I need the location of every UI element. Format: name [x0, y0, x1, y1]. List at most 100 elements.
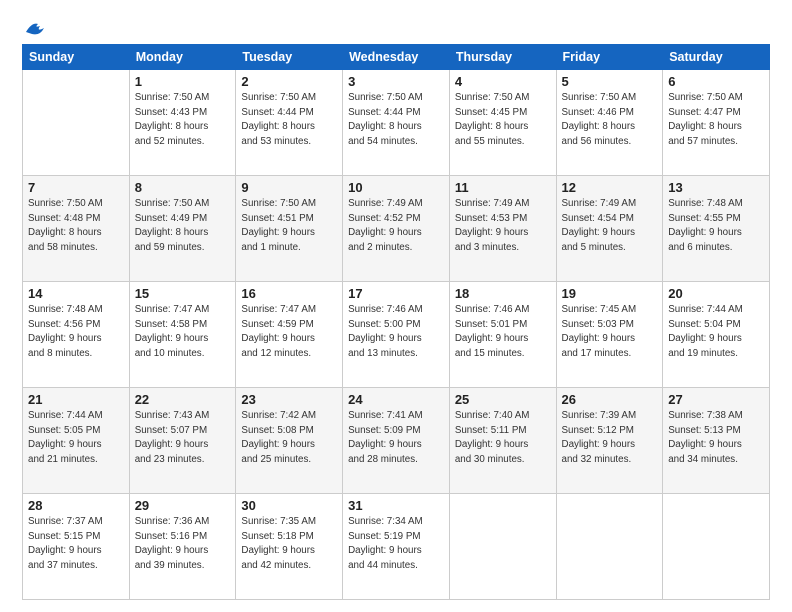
calendar-day-cell: 13Sunrise: 7:48 AMSunset: 4:55 PMDayligh… — [663, 176, 770, 282]
sunrise-text: Sunrise: 7:48 AM — [28, 303, 124, 318]
daylight-text-line1: Daylight: 9 hours — [455, 226, 551, 241]
daylight-text-line1: Daylight: 8 hours — [135, 226, 231, 241]
daylight-text-line2: and 42 minutes. — [241, 559, 337, 574]
calendar-day-cell: 28 Sunrise: 7:37 AMSunset: 5:15 PMDayligh… — [23, 494, 130, 600]
day-info: Sunrise: 7:42 AMSunset: 5:08 PMDaylight:… — [241, 409, 337, 468]
daylight-text-line1: Daylight: 9 hours — [562, 438, 658, 453]
sunrise-text: Sunrise: 7:50 AM — [562, 91, 658, 106]
daylight-text-line2: and 23 minutes. — [135, 453, 231, 468]
sunrise-text: Sunrise: 7:46 AM — [348, 303, 444, 318]
sunset-text: Sunset: 4:44 PM — [348, 106, 444, 121]
sunrise-text: Sunrise: 7:50 AM — [135, 197, 231, 212]
calendar-day-cell: 17Sunrise: 7:46 AMSunset: 5:00 PMDayligh… — [343, 282, 450, 388]
daylight-text-line2: and 17 minutes. — [562, 347, 658, 362]
calendar-weekday-header: Friday — [556, 45, 663, 70]
day-info: Sunrise: 7:49 AMSunset: 4:53 PMDaylight:… — [455, 197, 551, 256]
day-info: Sunrise: 7:50 AMSunset: 4:45 PMDaylight:… — [455, 91, 551, 150]
calendar-weekday-header: Sunday — [23, 45, 130, 70]
sunset-text: Sunset: 5:12 PM — [562, 424, 658, 439]
day-info: Sunrise: 7:43 AMSunset: 5:07 PMDaylight:… — [135, 409, 231, 468]
day-number: 7 — [28, 180, 124, 195]
daylight-text-line1: Daylight: 8 hours — [241, 120, 337, 135]
sunrise-text: Sunrise: 7:45 AM — [562, 303, 658, 318]
day-info: Sunrise: 7:49 AMSunset: 4:52 PMDaylight:… — [348, 197, 444, 256]
daylight-text-line2: and 19 minutes. — [668, 347, 764, 362]
day-number: 14 — [28, 286, 124, 301]
day-info: Sunrise: 7:49 AMSunset: 4:54 PMDaylight:… — [562, 197, 658, 256]
daylight-text-line2: and 6 minutes. — [668, 241, 764, 256]
calendar-day-cell: 12 Sunrise: 7:49 AMSunset: 4:54 PMDayligh… — [556, 176, 663, 282]
page: SundayMondayTuesdayWednesdayThursdayFrid… — [0, 0, 792, 612]
daylight-text-line2: and 1 minute. — [241, 241, 337, 256]
daylight-text-line1: Daylight: 9 hours — [28, 332, 124, 347]
sunset-text: Sunset: 5:07 PM — [135, 424, 231, 439]
daylight-text-line1: Daylight: 9 hours — [668, 332, 764, 347]
day-info: Sunrise: 7:37 AMSunset: 5:15 PMDaylight:… — [28, 515, 124, 574]
calendar-day-cell: 18Sunrise: 7:46 AMSunset: 5:01 PMDayligh… — [449, 282, 556, 388]
daylight-text-line2: and 52 minutes. — [135, 135, 231, 150]
sunrise-text: Sunrise: 7:47 AM — [135, 303, 231, 318]
calendar-day-cell: 22Sunrise: 7:43 AMSunset: 5:07 PMDayligh… — [129, 388, 236, 494]
day-info: Sunrise: 7:47 AMSunset: 4:58 PMDaylight:… — [135, 303, 231, 362]
daylight-text-line2: and 8 minutes. — [28, 347, 124, 362]
daylight-text-line1: Daylight: 9 hours — [455, 438, 551, 453]
daylight-text-line2: and 32 minutes. — [562, 453, 658, 468]
day-number: 27 — [668, 392, 764, 407]
sunrise-text: Sunrise: 7:49 AM — [562, 197, 658, 212]
daylight-text-line2: and 54 minutes. — [348, 135, 444, 150]
daylight-text-line2: and 57 minutes. — [668, 135, 764, 150]
calendar-weekday-header: Wednesday — [343, 45, 450, 70]
calendar-day-cell: 1Sunrise: 7:50 AMSunset: 4:43 PMDaylight… — [129, 70, 236, 176]
daylight-text-line1: Daylight: 9 hours — [28, 438, 124, 453]
day-info: Sunrise: 7:48 AMSunset: 4:56 PMDaylight:… — [28, 303, 124, 362]
daylight-text-line1: Daylight: 8 hours — [348, 120, 444, 135]
calendar-day-cell: 4 Sunrise: 7:50 AMSunset: 4:45 PMDaylight… — [449, 70, 556, 176]
sunrise-text: Sunrise: 7:40 AM — [455, 409, 551, 424]
day-info: Sunrise: 7:50 AMSunset: 4:43 PMDaylight:… — [135, 91, 231, 150]
calendar-day-cell — [449, 494, 556, 600]
day-number: 25 — [455, 392, 551, 407]
header — [22, 18, 770, 36]
daylight-text-line2: and 25 minutes. — [241, 453, 337, 468]
daylight-text-line1: Daylight: 9 hours — [348, 544, 444, 559]
calendar-weekday-header: Tuesday — [236, 45, 343, 70]
sunrise-text: Sunrise: 7:49 AM — [455, 197, 551, 212]
day-number: 28 — [28, 498, 124, 513]
sunset-text: Sunset: 5:00 PM — [348, 318, 444, 333]
calendar-day-cell: 6Sunrise: 7:50 AMSunset: 4:47 PMDaylight… — [663, 70, 770, 176]
calendar-day-cell — [23, 70, 130, 176]
day-info: Sunrise: 7:48 AMSunset: 4:55 PMDaylight:… — [668, 197, 764, 256]
day-info: Sunrise: 7:50 AMSunset: 4:46 PMDaylight:… — [562, 91, 658, 150]
daylight-text-line2: and 44 minutes. — [348, 559, 444, 574]
logo-bird-icon — [24, 18, 46, 36]
daylight-text-line2: and 56 minutes. — [562, 135, 658, 150]
sunset-text: Sunset: 4:51 PM — [241, 212, 337, 227]
sunrise-text: Sunrise: 7:46 AM — [455, 303, 551, 318]
sunrise-text: Sunrise: 7:50 AM — [28, 197, 124, 212]
calendar-day-cell: 30Sunrise: 7:35 AMSunset: 5:18 PMDayligh… — [236, 494, 343, 600]
sunset-text: Sunset: 5:13 PM — [668, 424, 764, 439]
day-number: 4 — [455, 74, 551, 89]
day-info: Sunrise: 7:50 AMSunset: 4:47 PMDaylight:… — [668, 91, 764, 150]
sunrise-text: Sunrise: 7:43 AM — [135, 409, 231, 424]
daylight-text-line1: Daylight: 9 hours — [348, 226, 444, 241]
sunset-text: Sunset: 5:09 PM — [348, 424, 444, 439]
sunset-text: Sunset: 4:53 PM — [455, 212, 551, 227]
sunrise-text: Sunrise: 7:34 AM — [348, 515, 444, 530]
sunrise-text: Sunrise: 7:44 AM — [668, 303, 764, 318]
calendar-day-cell: 8Sunrise: 7:50 AMSunset: 4:49 PMDaylight… — [129, 176, 236, 282]
calendar-day-cell: 19Sunrise: 7:45 AMSunset: 5:03 PMDayligh… — [556, 282, 663, 388]
sunset-text: Sunset: 4:55 PM — [668, 212, 764, 227]
sunset-text: Sunset: 5:05 PM — [28, 424, 124, 439]
day-number: 12 — [562, 180, 658, 195]
day-number: 30 — [241, 498, 337, 513]
calendar-day-cell: 16Sunrise: 7:47 AMSunset: 4:59 PMDayligh… — [236, 282, 343, 388]
day-number: 17 — [348, 286, 444, 301]
calendar-day-cell: 31Sunrise: 7:34 AMSunset: 5:19 PMDayligh… — [343, 494, 450, 600]
daylight-text-line2: and 53 minutes. — [241, 135, 337, 150]
daylight-text-line1: Daylight: 9 hours — [562, 226, 658, 241]
sunset-text: Sunset: 5:11 PM — [455, 424, 551, 439]
sunrise-text: Sunrise: 7:50 AM — [135, 91, 231, 106]
day-number: 24 — [348, 392, 444, 407]
calendar-day-cell: 20Sunrise: 7:44 AMSunset: 5:04 PMDayligh… — [663, 282, 770, 388]
